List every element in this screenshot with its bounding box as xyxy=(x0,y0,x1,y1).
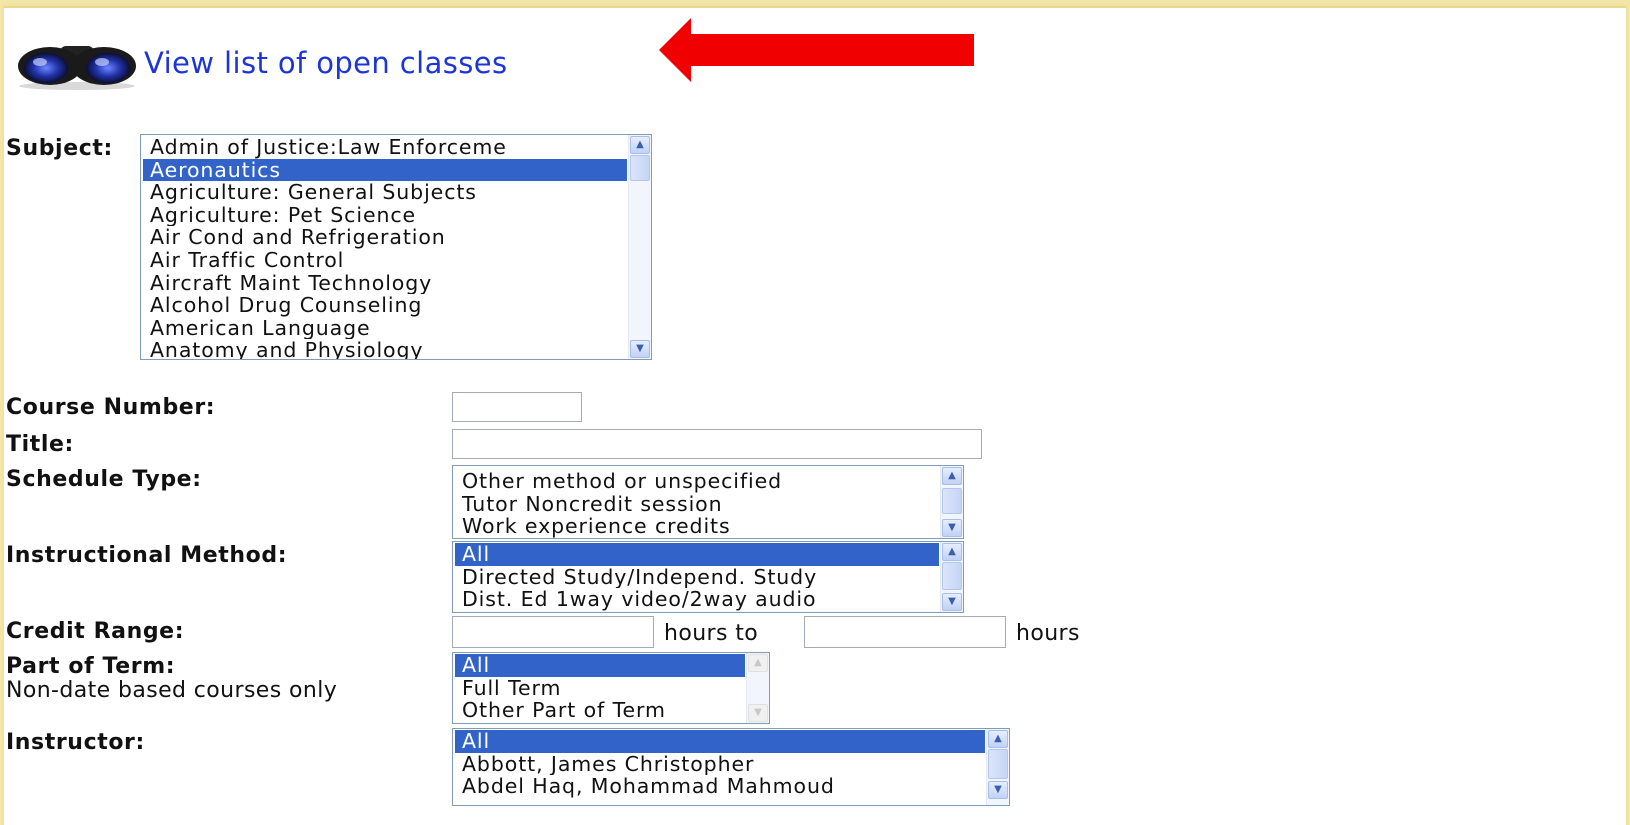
subject-option-selected[interactable]: Aeronautics xyxy=(143,158,627,182)
subject-option[interactable]: Air Cond and Refrigeration xyxy=(143,226,627,249)
part-of-term-option[interactable]: Full Term xyxy=(455,677,745,700)
scroll-up-icon[interactable]: ▲ xyxy=(942,543,962,561)
subject-option[interactable]: Agriculture: General Subjects xyxy=(143,181,627,204)
scroll-up-icon[interactable]: ▲ xyxy=(988,730,1008,748)
scroll-down-icon[interactable]: ▼ xyxy=(630,340,650,358)
credit-range-end-text: hours xyxy=(1016,621,1080,646)
scroll-thumb[interactable] xyxy=(988,749,1008,779)
scroll-up-icon[interactable]: ▲ xyxy=(942,467,962,485)
open-classes-link[interactable]: View list of open classes xyxy=(144,46,508,80)
instructional-method-label: Instructional Method: xyxy=(6,543,288,568)
part-of-term-listbox[interactable]: All Full Term Other Part of Term ▲ ▼ xyxy=(452,652,770,724)
scroll-down-icon: ▼ xyxy=(748,704,768,722)
scroll-up-icon: ▲ xyxy=(748,654,768,672)
instructor-listbox[interactable]: All Abbott, James Christopher Abdel Haq,… xyxy=(452,728,1010,806)
red-arrow-icon xyxy=(659,18,974,82)
scroll-thumb[interactable] xyxy=(942,562,962,590)
schedule-type-scrollbar[interactable]: ▲ ▼ xyxy=(940,466,963,538)
title-input[interactable] xyxy=(452,429,982,459)
course-number-label: Course Number: xyxy=(6,395,216,420)
part-of-term-option-selected[interactable]: All xyxy=(455,654,745,677)
credit-range-from-input[interactable] xyxy=(452,616,654,648)
instructor-scrollbar[interactable]: ▲ ▼ xyxy=(986,729,1009,805)
part-of-term-scrollbar: ▲ ▼ xyxy=(746,653,769,723)
scroll-down-icon[interactable]: ▼ xyxy=(942,593,962,611)
scroll-down-icon[interactable]: ▼ xyxy=(988,781,1008,799)
subject-option[interactable]: Admin of Justice:Law Enforceme xyxy=(143,136,627,159)
title-label: Title: xyxy=(6,432,74,457)
instructional-method-option-selected[interactable]: All xyxy=(455,543,939,566)
subject-listbox[interactable]: Admin of Justice:Law Enforceme Aeronauti… xyxy=(140,134,652,360)
instructor-option-selected[interactable]: All xyxy=(455,730,985,753)
subject-option[interactable]: Alcohol Drug Counseling xyxy=(143,294,627,317)
instructional-method-option[interactable]: Dist. Ed 1way video/2way audio xyxy=(455,588,939,611)
instructional-method-option[interactable]: Directed Study/Independ. Study xyxy=(455,566,939,589)
scroll-thumb[interactable] xyxy=(942,488,962,514)
instructor-label: Instructor: xyxy=(6,730,145,755)
instructional-method-scrollbar[interactable]: ▲ ▼ xyxy=(940,542,963,612)
schedule-type-listbox[interactable]: Other method or unspecified Tutor Noncre… xyxy=(452,465,964,539)
subject-scrollbar[interactable]: ▲ ▼ xyxy=(628,135,651,359)
binoculars-icon[interactable] xyxy=(12,38,142,90)
course-number-input[interactable] xyxy=(452,392,582,422)
subject-option[interactable]: Air Traffic Control xyxy=(143,249,627,272)
part-of-term-sublabel: Non-date based courses only xyxy=(6,678,338,703)
schedule-type-option[interactable]: Work experience credits xyxy=(455,515,939,538)
subject-option[interactable]: Agriculture: Pet Science xyxy=(143,204,627,227)
part-of-term-option[interactable]: Other Part of Term xyxy=(455,699,745,722)
credit-range-middle-text: hours to xyxy=(664,621,759,646)
schedule-type-option[interactable]: Other method or unspecified xyxy=(455,470,939,493)
part-of-term-label: Part of Term: xyxy=(6,654,176,679)
page-frame: View list of open classes Subject: Admin… xyxy=(4,6,1626,825)
subject-option[interactable]: Aircraft Maint Technology xyxy=(143,272,627,295)
scroll-up-icon[interactable]: ▲ xyxy=(630,136,650,154)
schedule-type-label: Schedule Type: xyxy=(6,467,202,492)
scroll-thumb[interactable] xyxy=(630,155,650,181)
credit-range-label: Credit Range: xyxy=(6,619,185,644)
instructor-option[interactable]: Abdel Haq, Mohammad Mahmoud xyxy=(455,775,985,798)
subject-option[interactable]: Anatomy and Physiology xyxy=(143,339,627,359)
credit-range-to-input[interactable] xyxy=(804,616,1006,648)
instructional-method-listbox[interactable]: All Directed Study/Independ. Study Dist.… xyxy=(452,541,964,613)
instructor-option[interactable]: Abbott, James Christopher xyxy=(455,753,985,776)
subject-option[interactable]: American Language xyxy=(143,317,627,340)
scroll-down-icon[interactable]: ▼ xyxy=(942,519,962,537)
subject-label: Subject: xyxy=(6,136,113,161)
schedule-type-option[interactable]: Tutor Noncredit session xyxy=(455,493,939,516)
